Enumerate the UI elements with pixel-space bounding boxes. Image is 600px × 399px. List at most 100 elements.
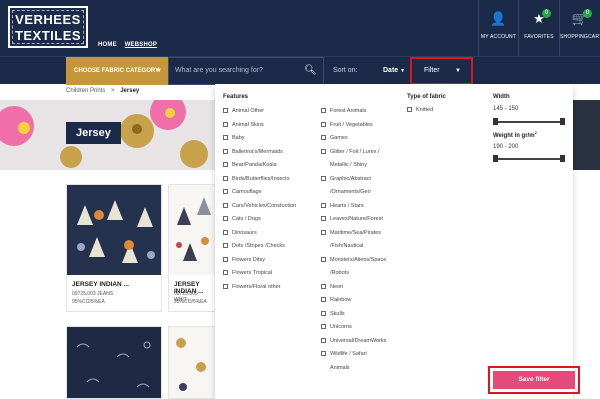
feature-option[interactable]: Animal Skins	[223, 122, 264, 128]
feature-option[interactable]: Glitter / Foil / Lurex /	[321, 149, 380, 155]
feature-option[interactable]: Cats / Dogs	[223, 216, 261, 222]
feature-option[interactable]: Birds/Butterflies/Insects	[223, 176, 289, 182]
feature-option[interactable]: Forest Animals	[321, 108, 366, 114]
feature-option[interactable]: Graphic/Abstract	[321, 176, 371, 182]
weight-slider-max-handle[interactable]	[560, 155, 565, 162]
checkbox[interactable]	[321, 351, 326, 357]
width-slider-min-handle[interactable]	[493, 118, 498, 125]
width-slider-max-handle[interactable]	[560, 118, 565, 125]
feature-option[interactable]: Animal Other	[223, 108, 264, 114]
checkbox[interactable]	[223, 202, 228, 208]
checkbox[interactable]	[321, 148, 326, 154]
checkbox[interactable]	[223, 283, 228, 289]
feature-option[interactable]: Games	[321, 135, 348, 141]
fabric-option-knitted[interactable]: Knitted	[407, 107, 433, 113]
checkbox[interactable]	[321, 283, 326, 289]
checkbox[interactable]	[223, 108, 228, 114]
weight-slider-min-handle[interactable]	[493, 155, 498, 162]
checkbox[interactable]	[321, 256, 326, 262]
feature-option[interactable]: Wildlife / Safari	[321, 351, 367, 357]
checkbox[interactable]	[223, 229, 228, 235]
checkbox[interactable]	[321, 135, 326, 141]
feature-option-label-continued: /Ornaments/Geo	[330, 189, 371, 195]
checkbox[interactable]	[223, 256, 228, 262]
checkbox[interactable]	[223, 270, 228, 276]
checkbox[interactable]	[321, 324, 326, 330]
feature-option[interactable]: Camouflage	[223, 189, 262, 195]
feature-option[interactable]: Dinosaurs	[223, 230, 257, 236]
checkbox[interactable]	[223, 121, 228, 127]
product-title[interactable]: JERSEY INDIAN ...	[72, 281, 129, 288]
sea-pattern-image	[76, 341, 151, 388]
fabric-type-heading: Type of fabric	[407, 94, 446, 100]
feature-option[interactable]: Dots /Stripes /Checks	[223, 243, 285, 249]
feature-option-label: Flowers Tropical	[232, 270, 273, 276]
product-image[interactable]	[169, 185, 216, 275]
feature-option[interactable]: Maritime/Sea/Pirates	[321, 230, 381, 236]
checkbox[interactable]	[321, 108, 326, 114]
product-card[interactable]: JERSEY INDIAN ... 09725.005 WHIT... 95%C…	[168, 184, 216, 312]
product-card[interactable]	[168, 326, 215, 399]
checkbox[interactable]	[321, 202, 326, 208]
checkbox[interactable]	[223, 175, 228, 181]
feature-option[interactable]: Flowers Tropical	[223, 270, 272, 276]
feature-option[interactable]: Hearts / Stars	[321, 203, 364, 209]
feature-option-label: Monsters/Aliens/Space	[330, 256, 387, 263]
feature-option[interactable]: Cars/Vehicles/Constuction	[223, 203, 296, 209]
checkbox[interactable]	[321, 175, 326, 181]
feature-option-label: Animal Skins	[232, 121, 264, 128]
checkbox[interactable]	[223, 216, 228, 222]
feature-option[interactable]: Baby	[223, 135, 245, 141]
product-card[interactable]	[66, 326, 162, 399]
feature-option[interactable]: Leaves/Nature/Forest	[321, 216, 383, 222]
feature-option-label: Glitter / Foil / Lurex /	[330, 148, 380, 155]
checkbox[interactable]	[223, 189, 228, 195]
feature-option[interactable]: Flowers Ditsy	[223, 257, 265, 263]
feature-option[interactable]: Skulls	[321, 311, 345, 317]
shoppingcart-label: SHOPPINGCART	[560, 34, 600, 40]
search-input[interactable]: What are you searching for? 🔍︎	[168, 57, 324, 85]
nav-webshop[interactable]: WEBSHOP	[125, 42, 157, 48]
save-filter-button[interactable]: Save filter	[493, 371, 575, 389]
shoppingcart-button[interactable]: 🛒 0 SHOPPINGCART	[559, 0, 600, 56]
checkbox[interactable]	[321, 310, 326, 316]
checkbox[interactable]	[407, 107, 412, 113]
feature-option[interactable]: Bear/Panda/Koala	[223, 162, 277, 168]
feature-option[interactable]: Monsters/Aliens/Space	[321, 257, 386, 263]
feature-option-label: Cats / Dogs	[232, 216, 261, 222]
product-card[interactable]: JERSEY INDIAN ... 09725.003 JEANS 95%CO/…	[66, 184, 162, 312]
feature-option[interactable]: Rainbow	[321, 297, 351, 303]
my-account-button[interactable]: 👤 MY ACCOUNT	[478, 0, 518, 56]
favorites-button[interactable]: ★ 0 FAVORITES	[518, 0, 559, 56]
choose-category-label: CHOOSE FABRIC CATEGORY	[74, 68, 160, 74]
flower-center	[165, 108, 175, 118]
product-image[interactable]	[67, 185, 161, 275]
feature-option[interactable]: Unicorns	[321, 324, 352, 330]
checkbox[interactable]	[223, 135, 228, 141]
sort-dropdown[interactable]: Date ▼	[383, 57, 405, 85]
checkbox[interactable]	[321, 229, 326, 235]
nav-home[interactable]: HOME	[98, 42, 117, 48]
width-slider[interactable]	[493, 118, 565, 125]
checkbox[interactable]	[321, 297, 326, 303]
flower-shape	[60, 146, 82, 168]
checkbox[interactable]	[223, 148, 228, 154]
breadcrumb-parent[interactable]: Children Prints	[66, 88, 105, 94]
brand-logo[interactable]: VERHEES TEXTILES	[8, 6, 88, 48]
feature-option[interactable]: Ballerina's/Mermaids	[223, 149, 283, 155]
weight-slider[interactable]	[493, 155, 565, 162]
checkbox[interactable]	[321, 216, 326, 222]
checkbox[interactable]	[321, 121, 326, 127]
checkbox[interactable]	[321, 337, 326, 343]
feature-option[interactable]: Fruit / Vegetables	[321, 122, 373, 128]
feature-option[interactable]: Flowers/Floral other	[223, 284, 281, 290]
checkbox[interactable]	[223, 162, 228, 168]
page-title: Jersey	[66, 122, 121, 144]
feature-option[interactable]: Neon	[321, 284, 343, 290]
filter-dropdown-button[interactable]: Filter ▼	[410, 57, 473, 85]
feature-option[interactable]: Universal/DreamWorks	[321, 338, 386, 344]
choose-category-dropdown[interactable]: CHOOSE FABRIC CATEGORY ▼	[66, 57, 168, 85]
checkbox[interactable]	[223, 243, 228, 249]
search-icon[interactable]: 🔍︎	[304, 58, 317, 84]
flower-shape	[180, 140, 208, 168]
